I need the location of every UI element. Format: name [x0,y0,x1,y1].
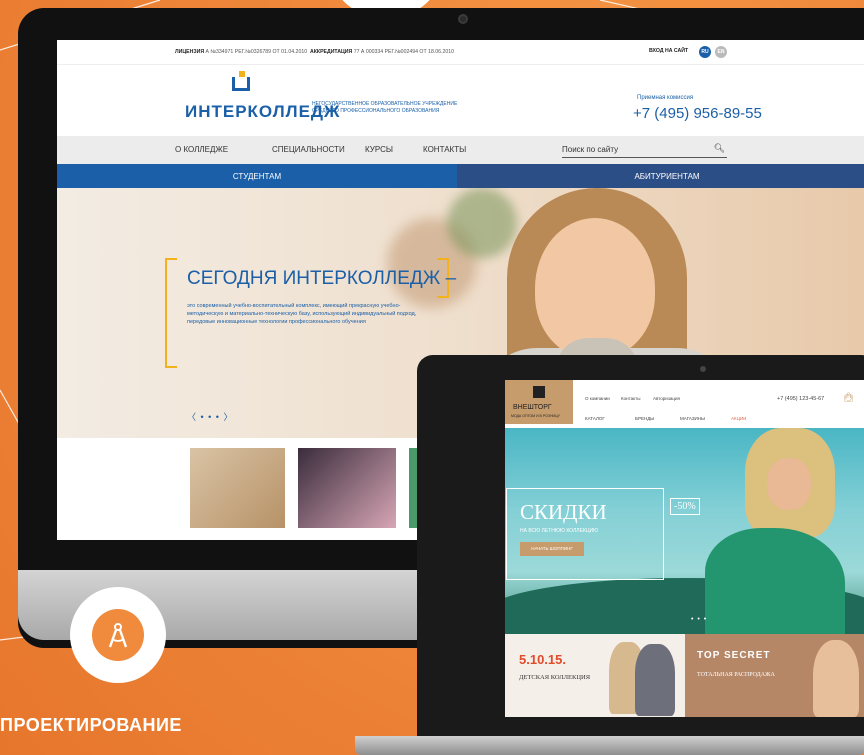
hero-text: это современный учебно-воспитательный ко… [187,303,417,325]
menu-item-catalog[interactable]: КАТАЛОГ [585,416,605,421]
banner-top-secret[interactable]: TOP SECRET ТОТАЛЬНАЯ РАСПРОДАЖА [685,634,864,717]
hero-model-face [767,458,811,510]
design-badge [70,587,166,683]
accreditation-label: АККРЕДИТАЦИЯ [310,49,353,55]
top-bar: ЛИЦЕНЗИЯ А №334971 РЕГ.№0326789 ОТ 01.04… [57,40,864,64]
lang-en-button[interactable]: EN [715,46,727,58]
phone-number[interactable]: +7 (495) 123-45-67 [777,396,824,402]
section-caption: ПРОЕКТИРОВАНИЕ [0,715,182,735]
monitor-camera [458,14,468,24]
menu-item-contacts[interactable]: КОНТАКТЫ [423,145,466,154]
discount-badge: -50% [670,498,700,515]
main-menu: О КОЛЛЕДЖЕ СПЕЦИАЛЬНОСТИ КУРСЫ КОНТАКТЫ … [57,136,864,164]
hero-title: СЕГОДНЯ ИНТЕРКОЛЛЕДЖ – [187,268,457,289]
hero-background-figure [447,188,517,258]
menu-item-courses[interactable]: КУРСЫ [365,145,393,154]
banner-photo-model [813,640,859,717]
start-shopping-button[interactable]: НАЧАТЬ ШОППИНГ [520,542,584,556]
gallery-photo-makeup[interactable] [298,448,396,528]
slider-dots[interactable]: • • • [691,616,707,623]
lang-ru-button[interactable]: RU [699,46,711,58]
menu-item-specialties[interactable]: СПЕЦИАЛЬНОСТИ [272,145,345,154]
laptop-base [355,736,864,755]
menu-item-about[interactable]: О КОЛЛЕДЖЕ [175,145,228,154]
promo-subtitle: НА ВСЮ ЛЕТНЮЮ КОЛЛЕКЦИЮ [520,528,599,534]
frame-bracket-left [165,258,177,368]
logo-subtitle: НЕГОСУДАРСТВЕННОЕ ОБРАЗОВАТЕЛЬНОЕ УЧРЕЖД… [312,101,458,114]
accreditation-text: 77 А 000334 РЕГ.№002494 ОТ 18.06.2010 [353,49,455,55]
hero-model-dress [705,528,845,634]
vneshtorg-logo[interactable]: ВНЕШТОРГ МОДА ОПТОМ И В РОЗНИЦУ [505,380,573,424]
vneshtorg-site: ВНЕШТОРГ МОДА ОПТОМ И В РОЗНИЦУ О компан… [505,380,864,717]
laptop-camera [700,366,706,372]
logo-subtitle: МОДА ОПТОМ И В РОЗНИЦУ [511,414,560,418]
banner-photo-child [635,644,675,716]
compass-icon [92,609,144,661]
nav-contacts[interactable]: Контакты [621,396,640,401]
promo-title: СКИДКИ [520,500,607,524]
menu-item-brands[interactable]: БРЕНДЫ [635,416,654,421]
search-input[interactable]: Поиск по сайту 🔍︎ [562,142,727,158]
tab-applicants[interactable]: АБИТУРИЕНТАМ [457,164,864,188]
hero-photo-face [535,218,655,358]
login-link[interactable]: ВХОД НА САЙТ [649,48,688,54]
shopping-bag-icon[interactable]: 👜︎ [843,392,854,403]
banner-brand: TOP SECRET [697,650,771,661]
gallery-photo-haircut[interactable] [190,448,285,528]
banner-subtitle: ДЕТСКАЯ КОЛЛЕКЦИЯ [519,674,591,681]
search-icon[interactable]: 🔍︎ [714,143,725,154]
audience-tabs: СТУДЕНТАМ АБИТУРИЕНТАМ [57,164,864,188]
banner-kids-collection[interactable]: 5.10.15. ДЕТСКАЯ КОЛЛЕКЦИЯ [505,634,685,717]
license-label: ЛИЦЕНЗИЯ [175,49,205,55]
admissions-phone[interactable]: +7 (495) 956-89-55 [633,105,762,122]
logo-text: ВНЕШТОРГ [513,404,552,411]
logo-mark-icon [533,386,545,398]
admissions-label: Приемная комиссия [637,95,694,101]
logo-book-icon[interactable] [232,71,250,91]
nav-about[interactable]: О компании [585,396,610,401]
promo-hero: СКИДКИ НА ВСЮ ЛЕТНЮЮ КОЛЛЕКЦИЮ НАЧАТЬ ШО… [505,428,864,634]
banner-subtitle: ТОТАЛЬНАЯ РАСПРОДАЖА [697,672,775,678]
nav-login[interactable]: Авторизация [653,396,680,401]
slider-controls[interactable]: 〈 • • • 〉 [187,410,233,423]
menu-item-stores[interactable]: МАГАЗИНЫ [680,416,705,421]
search-placeholder: Поиск по сайту [562,145,619,154]
menu-item-sale[interactable]: АКЦИИ [731,416,746,421]
license-text: А №334971 РЕГ.№0326789 ОТ 01.04.2010 [205,49,308,55]
tab-students[interactable]: СТУДЕНТАМ [57,164,457,188]
site-header: ИНТЕРКОЛЛЕДЖ НЕГОСУДАРСТВЕННОЕ ОБРАЗОВАТ… [57,64,864,136]
banner-brand: 5.10.15. [519,652,566,667]
